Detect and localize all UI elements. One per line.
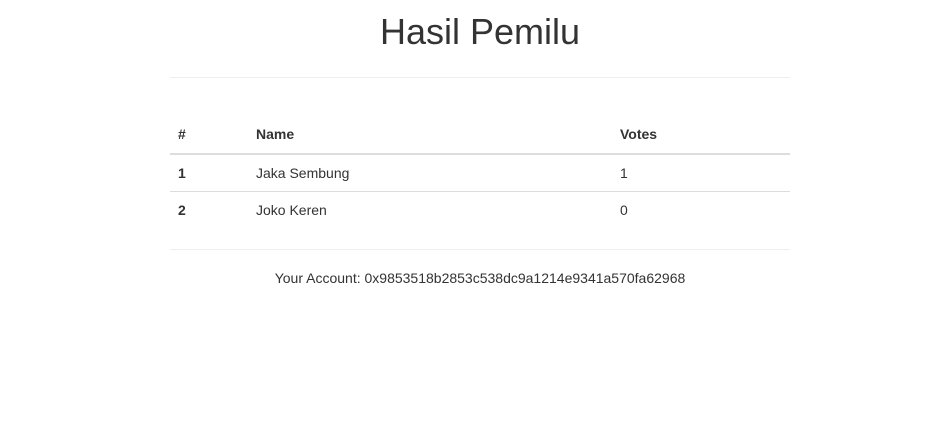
results-table: # Name Votes 1 Jaka Sembung 1 2 Joko Ker…: [170, 114, 790, 228]
table-header-row: # Name Votes: [170, 114, 790, 155]
candidate-name: Jaka Sembung: [256, 165, 350, 181]
column-header-name: Name: [248, 114, 612, 155]
vote-count: 1: [620, 165, 628, 181]
row-number: 2: [170, 191, 248, 228]
divider-top: [170, 77, 790, 78]
page-title: Hasil Pemilu: [379, 11, 581, 52]
table-row: 1 Jaka Sembung 1: [170, 154, 790, 192]
table-header: # Name Votes: [170, 114, 790, 155]
account-address: 0x9853518b2853c538dc9a1214e9341a570fa629…: [364, 270, 686, 286]
table-row: 2 Joko Keren 0: [170, 191, 790, 228]
column-header-number: #: [170, 114, 248, 155]
account-label: Your Account:: [274, 270, 361, 286]
row-number: 1: [178, 165, 186, 181]
main-container: Hasil Pemilu # Name Votes 1 Jaka Sembung…: [170, 0, 790, 286]
vote-count: 0: [612, 191, 790, 228]
candidate-name: Joko Keren: [248, 191, 612, 228]
column-header-votes: Votes: [612, 114, 790, 155]
account-info: Your Account: 0x9853518b2853c538dc9a1214…: [170, 269, 790, 287]
page: Hasil Pemilu # Name Votes 1 Jaka Sembung…: [0, 0, 940, 438]
table-body: 1 Jaka Sembung 1 2 Joko Keren 0: [170, 154, 790, 228]
divider-bottom: [170, 249, 790, 250]
